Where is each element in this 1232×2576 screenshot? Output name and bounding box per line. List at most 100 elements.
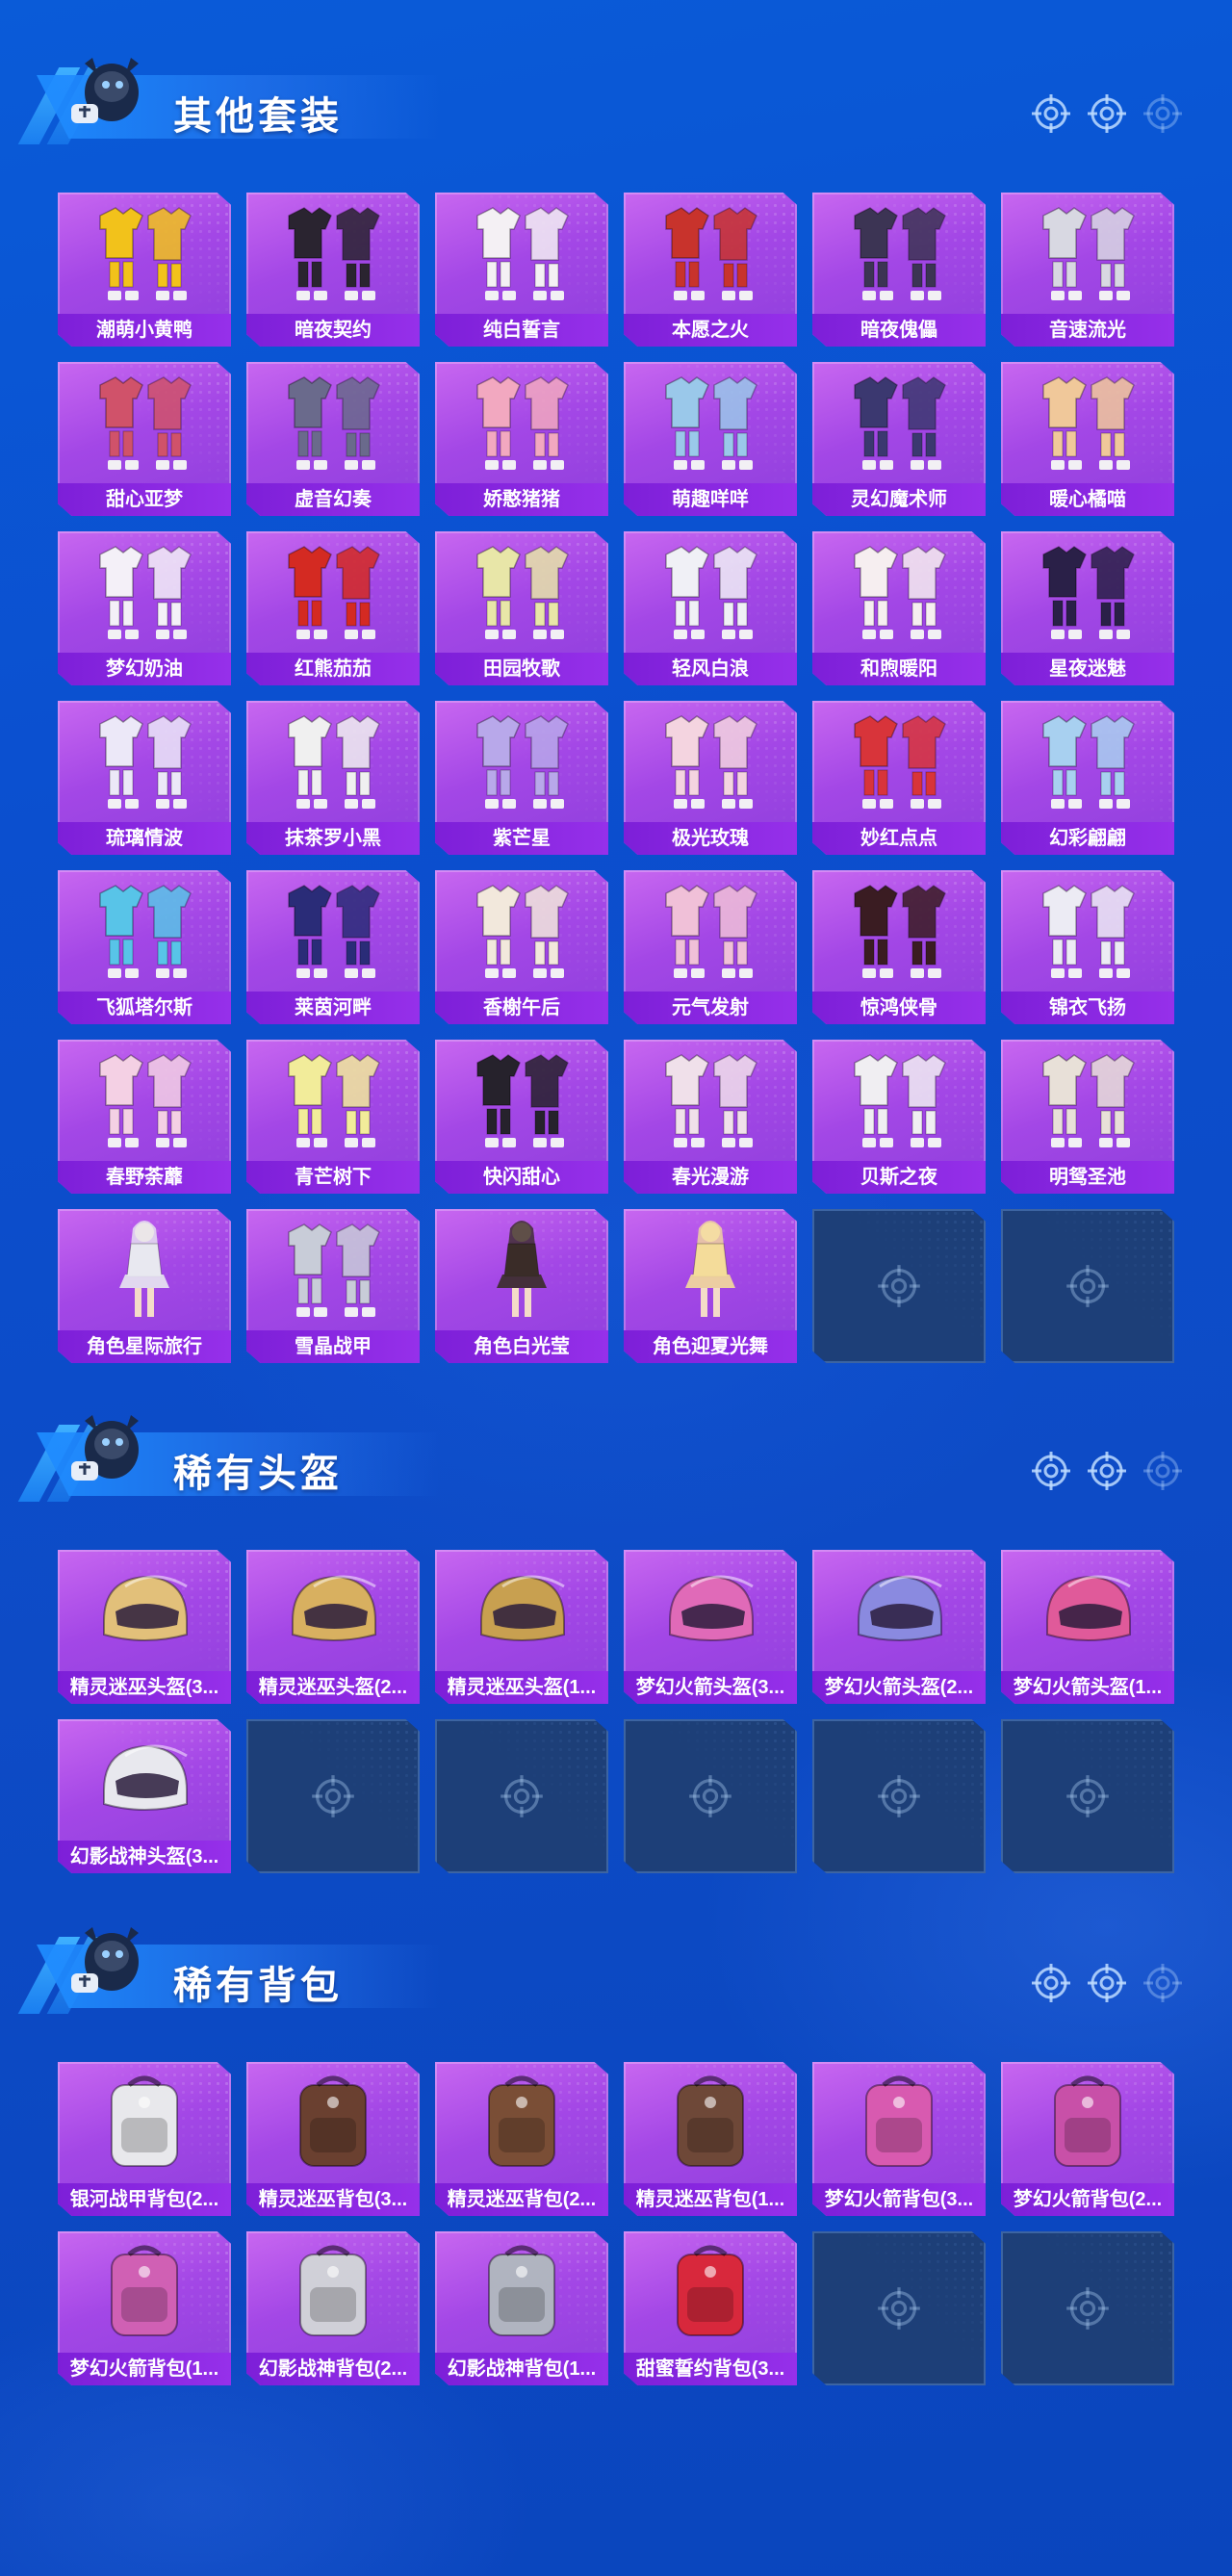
- item-card[interactable]: 贝斯之夜: [812, 1040, 986, 1194]
- item-card[interactable]: 青芒树下: [246, 1040, 420, 1194]
- item-card[interactable]: 萌趣咩咩: [624, 362, 797, 516]
- section-rare-helmets: 稀有头盔 精灵迷巫头盔(3... 精灵迷巫头盔(2... 精灵迷巫头盔(1... 梦幻…: [0, 1396, 1232, 1896]
- item-card[interactable]: 暗夜契约: [246, 193, 420, 347]
- item-label: 轻风白浪: [624, 653, 797, 685]
- item-card[interactable]: 梦幻火箭背包(3...: [812, 2062, 986, 2216]
- item-card[interactable]: 极光玫瑰: [624, 701, 797, 855]
- item-card[interactable]: 幻影战神背包(2...: [246, 2231, 420, 2385]
- item-card[interactable]: 飞狐塔尔斯: [58, 870, 231, 1024]
- item-card[interactable]: 明鸳圣池: [1001, 1040, 1174, 1194]
- item-label: 暖心橘喵: [1001, 483, 1174, 516]
- empty-slot-icon: [1065, 1773, 1111, 1819]
- item-card[interactable]: 银河战甲背包(2...: [58, 2062, 231, 2216]
- item-label: 青芒树下: [246, 1161, 420, 1194]
- mascot-avatar-icon: [71, 1927, 139, 1993]
- item-card[interactable]: 娇憨猪猪: [435, 362, 608, 516]
- mascot-avatar-icon: [71, 58, 139, 123]
- item-card[interactable]: 梦幻火箭头盔(2...: [812, 1550, 986, 1704]
- item-card[interactable]: 幻影战神背包(1...: [435, 2231, 608, 2385]
- empty-slot-icon: [876, 2285, 922, 2331]
- item-card[interactable]: 灵幻魔术师: [812, 362, 986, 516]
- crosshair-icon: [1086, 92, 1128, 135]
- item-card[interactable]: 精灵迷巫背包(1...: [624, 2062, 797, 2216]
- item-card[interactable]: 妙红点点: [812, 701, 986, 855]
- item-card[interactable]: 精灵迷巫背包(2...: [435, 2062, 608, 2216]
- item-card[interactable]: 春光漫游: [624, 1040, 797, 1194]
- item-label: 银河战甲背包(2...: [58, 2183, 231, 2216]
- item-card[interactable]: 梦幻火箭背包(2...: [1001, 2062, 1174, 2216]
- item-card[interactable]: 抹茶罗小黑: [246, 701, 420, 855]
- item-label: 纯白誓言: [435, 314, 608, 347]
- item-card[interactable]: 角色迎夏光舞: [624, 1209, 797, 1363]
- empty-slot-icon: [876, 1773, 922, 1819]
- item-label: 娇憨猪猪: [435, 483, 608, 516]
- item-card[interactable]: 紫芒星: [435, 701, 608, 855]
- empty-slot: [1001, 1719, 1174, 1873]
- item-label: 精灵迷巫背包(3...: [246, 2183, 420, 2216]
- item-card[interactable]: 元气发射: [624, 870, 797, 1024]
- item-card[interactable]: 莱茵河畔: [246, 870, 420, 1024]
- section-title: 稀有头盔: [173, 1453, 343, 1495]
- item-card[interactable]: 精灵迷巫头盔(2...: [246, 1550, 420, 1704]
- section-header: 其他套装: [17, 39, 1213, 144]
- item-card[interactable]: 红熊茄茄: [246, 531, 420, 685]
- item-card[interactable]: 田园牧歌: [435, 531, 608, 685]
- item-label: 暗夜契约: [246, 314, 420, 347]
- empty-slot: [812, 1719, 986, 1873]
- item-card[interactable]: 精灵迷巫头盔(1...: [435, 1550, 608, 1704]
- item-card[interactable]: 潮萌小黄鸭: [58, 193, 231, 347]
- crosshair-icon: [1086, 1450, 1128, 1492]
- item-card[interactable]: 惊鸿侠骨: [812, 870, 986, 1024]
- item-card[interactable]: 甜蜜誓约背包(3...: [624, 2231, 797, 2385]
- item-card[interactable]: 香榭午后: [435, 870, 608, 1024]
- item-card[interactable]: 音速流光: [1001, 193, 1174, 347]
- item-card[interactable]: 虚音幻奏: [246, 362, 420, 516]
- item-card[interactable]: 锦衣飞扬: [1001, 870, 1174, 1024]
- item-card[interactable]: 梦幻火箭背包(1...: [58, 2231, 231, 2385]
- item-label: 紫芒星: [435, 822, 608, 855]
- mascot-avatar-icon: [71, 1415, 139, 1481]
- item-card[interactable]: 暗夜傀儡: [812, 193, 986, 347]
- item-label: 精灵迷巫头盔(3...: [58, 1671, 231, 1704]
- item-label: 角色迎夏光舞: [624, 1330, 797, 1363]
- item-card[interactable]: 角色白光莹: [435, 1209, 608, 1363]
- item-card[interactable]: 暖心橘喵: [1001, 362, 1174, 516]
- item-label: 精灵迷巫头盔(2...: [246, 1671, 420, 1704]
- item-card[interactable]: 本愿之火: [624, 193, 797, 347]
- item-card[interactable]: 快闪甜心: [435, 1040, 608, 1194]
- item-label: 贝斯之夜: [812, 1161, 986, 1194]
- empty-slot-icon: [1065, 2285, 1111, 2331]
- item-label: 暗夜傀儡: [812, 314, 986, 347]
- item-label: 甜蜜誓约背包(3...: [624, 2353, 797, 2385]
- section-header: 稀有头盔: [17, 1396, 1213, 1502]
- item-label: 角色白光莹: [435, 1330, 608, 1363]
- item-label: 莱茵河畔: [246, 992, 420, 1024]
- item-label: 梦幻火箭背包(1...: [58, 2353, 231, 2385]
- item-card[interactable]: 雪晶战甲: [246, 1209, 420, 1363]
- item-card[interactable]: 角色星际旅行: [58, 1209, 231, 1363]
- item-card[interactable]: 幻影战神头盔(3...: [58, 1719, 231, 1873]
- crosshair-icon: [1086, 1962, 1128, 2004]
- item-card[interactable]: 精灵迷巫背包(3...: [246, 2062, 420, 2216]
- item-card[interactable]: 纯白誓言: [435, 193, 608, 347]
- item-label: 梦幻火箭头盔(1...: [1001, 1671, 1174, 1704]
- item-card[interactable]: 幻彩翩翩: [1001, 701, 1174, 855]
- crosshair-icon: [1142, 1450, 1184, 1492]
- crosshair-icon: [1142, 92, 1184, 135]
- empty-slot: [435, 1719, 608, 1873]
- item-card[interactable]: 梦幻奶油: [58, 531, 231, 685]
- item-card[interactable]: 梦幻火箭头盔(3...: [624, 1550, 797, 1704]
- item-label: 琉璃情波: [58, 822, 231, 855]
- header-deco: [1030, 1450, 1182, 1496]
- item-label: 梦幻火箭背包(3...: [812, 2183, 986, 2216]
- item-card[interactable]: 梦幻火箭头盔(1...: [1001, 1550, 1174, 1704]
- item-card[interactable]: 甜心亚梦: [58, 362, 231, 516]
- item-card[interactable]: 轻风白浪: [624, 531, 797, 685]
- item-card[interactable]: 琉璃情波: [58, 701, 231, 855]
- item-card[interactable]: 星夜迷魅: [1001, 531, 1174, 685]
- item-card[interactable]: 和煦暖阳: [812, 531, 986, 685]
- item-card[interactable]: 春野荼蘼: [58, 1040, 231, 1194]
- item-label: 萌趣咩咩: [624, 483, 797, 516]
- item-label: 甜心亚梦: [58, 483, 231, 516]
- item-card[interactable]: 精灵迷巫头盔(3...: [58, 1550, 231, 1704]
